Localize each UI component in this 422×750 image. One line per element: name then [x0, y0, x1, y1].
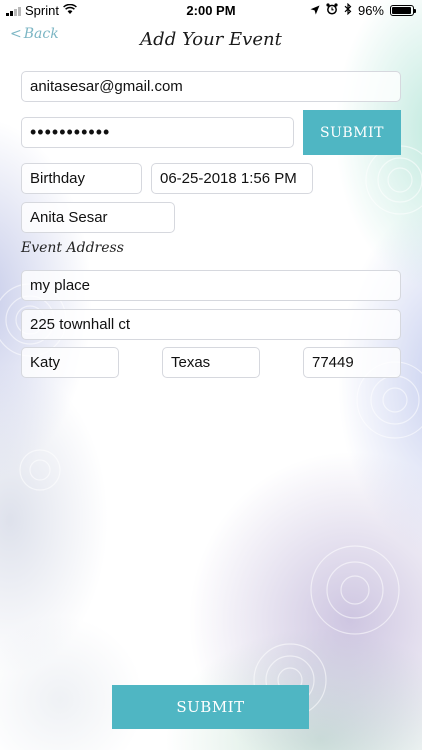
password-field[interactable]: •••••••••••	[21, 117, 294, 148]
event-type-field[interactable]: Birthday	[21, 163, 142, 194]
zip-code-field[interactable]: 77449	[303, 347, 401, 378]
alarm-clock-icon	[326, 3, 338, 18]
battery-percent: 96%	[357, 3, 384, 18]
bluetooth-icon	[344, 2, 352, 18]
host-name-field[interactable]: Anita Sesar	[21, 202, 175, 233]
event-datetime-field[interactable]: 06-25-2018 1:56 PM	[151, 163, 313, 194]
event-address-label: Event Address	[21, 240, 124, 256]
battery-icon	[390, 5, 416, 16]
battery-level-fill	[392, 7, 412, 14]
state-field[interactable]: Texas	[162, 347, 260, 378]
city-field[interactable]: Katy	[21, 347, 119, 378]
page-title: Add Your Event	[140, 29, 282, 50]
top-submit-button[interactable]: SUBMIT	[303, 110, 401, 155]
place-name-field[interactable]: my place	[21, 270, 401, 301]
bottom-submit-button[interactable]: SUBMIT	[112, 685, 309, 729]
location-arrow-icon	[310, 3, 320, 18]
status-right: 96%	[310, 2, 416, 18]
street-address-field[interactable]: 225 townhall ct	[21, 309, 401, 340]
status-bar: Sprint 2:00 PM 96%	[0, 0, 422, 22]
email-field[interactable]: anitasesar@gmail.com	[21, 71, 401, 102]
